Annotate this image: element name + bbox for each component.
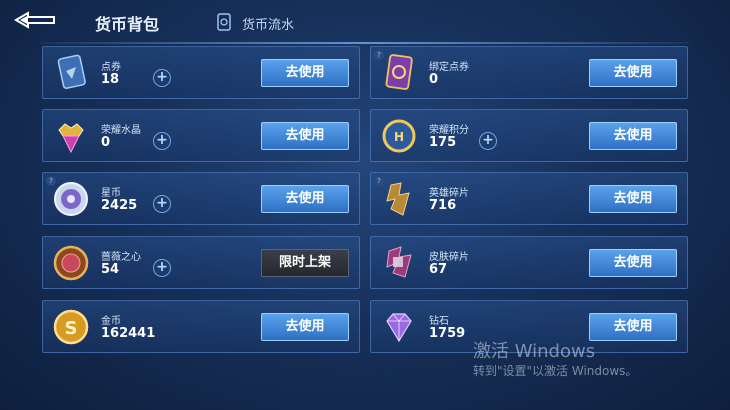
- svg-text:H: H: [394, 130, 404, 144]
- currency-card-bound-ticket: ? 绑定点券 0 去使用: [370, 46, 688, 99]
- page-title: 货币背包: [95, 15, 160, 34]
- currency-amount: 54: [101, 262, 120, 277]
- currency-name: 点券: [101, 62, 121, 73]
- currency-card-glory-crystal: 荣耀水晶 0 + 去使用: [42, 109, 360, 162]
- use-button[interactable]: 去使用: [589, 122, 677, 150]
- add-button[interactable]: +: [153, 132, 171, 150]
- currency-card-gold-coin: S 金币 162441 去使用: [42, 300, 360, 353]
- currency-flow-icon[interactable]: [215, 12, 233, 32]
- currency-name: 荣耀积分: [429, 125, 469, 136]
- currency-amount: 67: [429, 262, 448, 277]
- currency-name: 英雄碎片: [429, 188, 469, 199]
- currency-name: 蔷薇之心: [101, 252, 141, 263]
- bound-ticket-icon: [385, 54, 413, 90]
- activation-watermark-title: 激活 Windows: [473, 341, 596, 362]
- currency-card-glory-points: H 荣耀积分 175 + 去使用: [370, 109, 688, 162]
- add-button[interactable]: +: [153, 69, 171, 87]
- skin-fragment-icon: [386, 246, 412, 278]
- currency-amount: 175: [429, 135, 457, 150]
- currency-name: 金币: [101, 316, 121, 327]
- activation-watermark-text: 转到"设置"以激活 Windows。: [473, 364, 638, 378]
- currency-card-skin-fragment: 皮肤碎片 67 去使用: [370, 236, 688, 289]
- currency-amount: 18: [101, 72, 120, 87]
- rose-heart-icon: [53, 245, 89, 281]
- currency-card-hero-fragment: ? 英雄碎片 716 去使用: [370, 172, 688, 225]
- currency-name: 星币: [101, 188, 121, 199]
- currency-amount: 162441: [101, 326, 156, 341]
- diamond-icon: [386, 313, 412, 343]
- currency-flow-link[interactable]: 货币流水: [242, 14, 294, 33]
- gold-coin-icon: S: [53, 309, 89, 345]
- currency-name: 荣耀水晶: [101, 125, 141, 136]
- add-button[interactable]: +: [153, 195, 171, 213]
- currency-name: 绑定点券: [429, 62, 469, 73]
- currency-amount: 0: [429, 72, 439, 87]
- limited-time-button[interactable]: 限时上架: [261, 249, 349, 277]
- currency-card-star-coin: ? 星币 2425 + 去使用: [42, 172, 360, 225]
- ticket-icon: [57, 54, 86, 89]
- header-divider: [40, 42, 690, 44]
- back-arrow-icon[interactable]: [14, 10, 56, 30]
- currency-amount: 716: [429, 198, 457, 213]
- glory-crystal-icon: [58, 123, 84, 154]
- use-button[interactable]: 去使用: [589, 313, 677, 341]
- add-button[interactable]: +: [153, 259, 171, 277]
- currency-card-rose-heart: 蔷薇之心 54 + 限时上架: [42, 236, 360, 289]
- glory-points-icon: H: [382, 119, 416, 153]
- use-button[interactable]: 去使用: [589, 185, 677, 213]
- currency-card-ticket: 点券 18 + 去使用: [42, 46, 360, 99]
- currency-amount: 0: [101, 135, 111, 150]
- use-button[interactable]: 去使用: [261, 122, 349, 150]
- use-button[interactable]: 去使用: [261, 59, 349, 87]
- use-button[interactable]: 去使用: [261, 185, 349, 213]
- use-button[interactable]: 去使用: [261, 313, 349, 341]
- top-bar: 货币背包 货币流水: [0, 0, 730, 42]
- add-button[interactable]: +: [479, 132, 497, 150]
- hero-fragment-icon: [386, 182, 410, 216]
- currency-amount: 1759: [429, 326, 466, 341]
- use-button[interactable]: 去使用: [589, 59, 677, 87]
- currency-name: 皮肤碎片: [429, 252, 469, 263]
- svg-text:S: S: [65, 318, 78, 339]
- currency-name: 钻石: [429, 316, 449, 327]
- use-button[interactable]: 去使用: [589, 249, 677, 277]
- currency-amount: 2425: [101, 198, 138, 213]
- star-coin-icon: [54, 182, 88, 216]
